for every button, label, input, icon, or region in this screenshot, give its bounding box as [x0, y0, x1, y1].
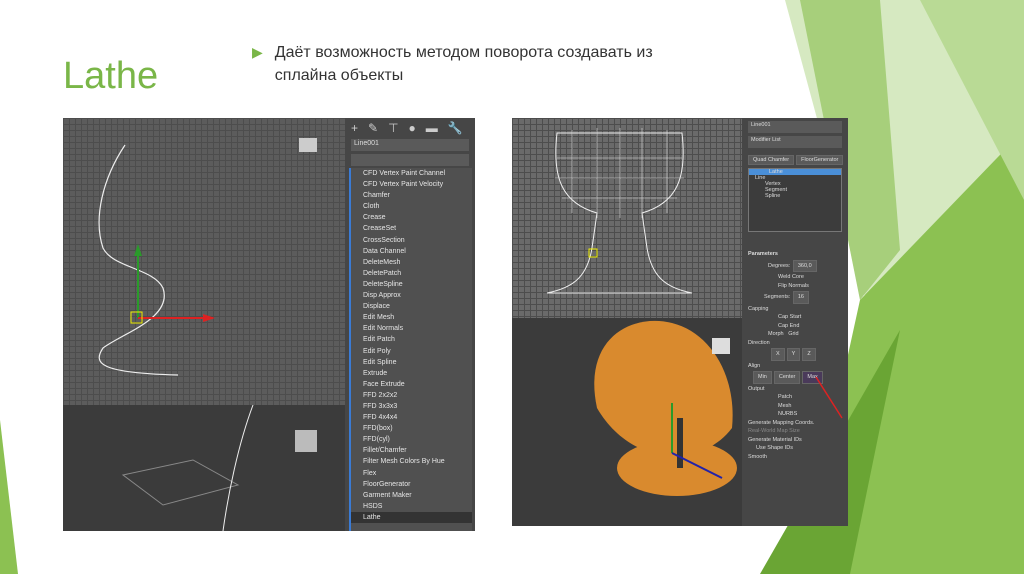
red-pointer-arrow: [815, 376, 843, 419]
perspective-viewport[interactable]: [512, 318, 742, 526]
goblet-wireframe: [546, 128, 693, 294]
bullet-text: Даёт возможность методом поворота создав…: [274, 44, 653, 84]
modifier-list-item[interactable]: FFD 2x2x2: [351, 390, 472, 401]
segments-spinner[interactable]: 16: [792, 291, 809, 304]
weld-core-checkbox[interactable]: Weld Core: [748, 273, 842, 282]
degrees-label: Degrees:: [768, 262, 791, 269]
modifier-list-item[interactable]: FloorGenerator: [351, 479, 472, 490]
slide-title: Lathe: [63, 55, 159, 97]
align-center-button[interactable]: Center: [773, 371, 801, 384]
modifier-list-item[interactable]: DeletePatch: [351, 268, 472, 279]
modifier-list-item[interactable]: HSDS: [351, 501, 472, 512]
modifier-stack[interactable]: Lathe Line Vertex Segment Spline: [748, 168, 842, 232]
modifier-list-item[interactable]: Data Channel: [351, 246, 472, 257]
modifier-list-item[interactable]: Cloth: [351, 201, 472, 212]
modifier-list-item[interactable]: Fillet/Chamfer: [351, 445, 472, 456]
modifier-list-item[interactable]: FFD 3x3x3: [351, 401, 472, 412]
hierarchy-icon[interactable]: ⊤: [388, 121, 398, 135]
flip-normals-checkbox[interactable]: Flip Normals: [748, 282, 842, 291]
stack-item-spline[interactable]: Spline: [749, 193, 841, 199]
degrees-spinner[interactable]: 360,0: [792, 259, 817, 272]
modifier-list-item[interactable]: Disp Approx: [351, 290, 472, 301]
parameters-rollout: Parameters Degrees: 360,0 Weld Core Flip…: [748, 250, 842, 461]
modifier-list-item[interactable]: Chamfer: [351, 190, 472, 201]
modifier-list-item[interactable]: Edit Poly: [351, 346, 472, 357]
generate-material-ids-checkbox[interactable]: Generate Material IDs: [748, 436, 842, 445]
direction-x-button[interactable]: X: [771, 348, 785, 361]
floorgenerator-button[interactable]: FloorGenerator: [796, 155, 844, 165]
direction-y-button[interactable]: Y: [786, 348, 801, 361]
modifier-list-item[interactable]: CrossSection: [351, 235, 472, 246]
smooth-checkbox[interactable]: Smooth: [748, 453, 842, 462]
capping-label: Capping: [748, 305, 769, 312]
modifier-list-item[interactable]: Displace: [351, 301, 472, 312]
modifier-list-dropdown[interactable]: Modifier List: [748, 136, 842, 148]
modifier-list-item[interactable]: Lathe: [351, 511, 472, 523]
goblet-render: [594, 320, 737, 496]
align-min-button[interactable]: Min: [753, 371, 772, 384]
viewcube-icon[interactable]: [299, 138, 317, 152]
create-icon[interactable]: +: [351, 121, 358, 135]
grid-radio[interactable]: Grid: [788, 331, 798, 337]
modifier-list-item[interactable]: DeleteMesh: [351, 257, 472, 268]
use-shape-ids-checkbox[interactable]: Use Shape IDs: [748, 444, 842, 453]
command-tabs[interactable]: + ✎ ⊤ ● ▬ 🔧: [345, 118, 475, 136]
bullet: ▶ Даёт возможность методом поворота созд…: [252, 41, 672, 87]
align-label: Align: [748, 362, 761, 369]
display-icon[interactable]: ▬: [426, 121, 438, 135]
spline-profile: [98, 144, 215, 376]
perspective-grid: [121, 404, 317, 531]
real-world-map-checkbox[interactable]: Real-World Map Size: [748, 427, 842, 436]
modifier-list-item[interactable]: Garment Maker: [351, 490, 472, 501]
modifier-list-item[interactable]: Edit Spline: [351, 357, 472, 368]
modifier-list-item[interactable]: FFD(cyl): [351, 434, 472, 445]
left-screenshot: + ✎ ⊤ ● ▬ 🔧 Line001 CFD Vertex Paint Channel C…: [63, 118, 475, 531]
right-screenshot: Line001 Modifier List Quad Chamfer FloorG…: [512, 118, 848, 526]
command-panel: Line001 Modifier List Quad Chamfer FloorG…: [742, 118, 848, 526]
front-viewport[interactable]: [63, 118, 345, 405]
quad-chamfer-button[interactable]: Quad Chamfer: [748, 155, 795, 165]
modifier-list-item[interactable]: Edit Patch: [351, 334, 472, 345]
modify-icon[interactable]: ✎: [368, 121, 378, 135]
cap-end-checkbox[interactable]: Cap End: [748, 322, 842, 331]
object-name-field[interactable]: Line001: [748, 121, 842, 133]
front-viewport[interactable]: [512, 118, 742, 318]
modifier-list-dropdown[interactable]: [351, 154, 469, 166]
morph-radio[interactable]: Morph: [768, 331, 784, 337]
motion-icon[interactable]: ●: [409, 121, 416, 135]
modifier-list-item[interactable]: FFD(box): [351, 423, 472, 434]
object-name-field[interactable]: Line001: [351, 139, 469, 151]
modifier-list[interactable]: CFD Vertex Paint Channel CFD Vertex Paint…: [349, 168, 472, 531]
modifier-list-item[interactable]: CFD Vertex Paint Channel: [351, 168, 472, 179]
command-panel: + ✎ ⊤ ● ▬ 🔧 Line001 CFD Vertex Paint Channel C…: [345, 118, 475, 531]
modifier-list-item[interactable]: Filter Mesh Colors By Hue: [351, 456, 472, 467]
modifier-list-item[interactable]: CreaseSet: [351, 223, 472, 234]
arrow-bullet-icon: ▶: [252, 44, 263, 60]
modifier-list-item[interactable]: Edit Normals: [351, 323, 472, 334]
modifier-list-item[interactable]: DeleteSpline: [351, 279, 472, 290]
perspective-viewport[interactable]: [63, 404, 345, 531]
cap-start-checkbox[interactable]: Cap Start: [748, 313, 842, 322]
segments-label: Segments:: [764, 294, 791, 300]
modifier-list-item[interactable]: Edit Mesh: [351, 312, 472, 323]
modifier-list-item[interactable]: Face Extrude: [351, 379, 472, 390]
direction-z-button[interactable]: Z: [802, 348, 816, 361]
modifier-list-item[interactable]: FFD 4x4x4: [351, 412, 472, 423]
modifier-list-item[interactable]: Extrude: [351, 368, 472, 379]
parameters-header[interactable]: Parameters: [748, 250, 842, 259]
modifier-list-item[interactable]: Flex: [351, 468, 472, 479]
modifier-list-item[interactable]: CFD Vertex Paint Velocity: [351, 179, 472, 190]
modifier-list-item[interactable]: Crease: [351, 212, 472, 223]
direction-label: Direction: [748, 339, 770, 346]
utilities-icon[interactable]: 🔧: [448, 121, 463, 135]
